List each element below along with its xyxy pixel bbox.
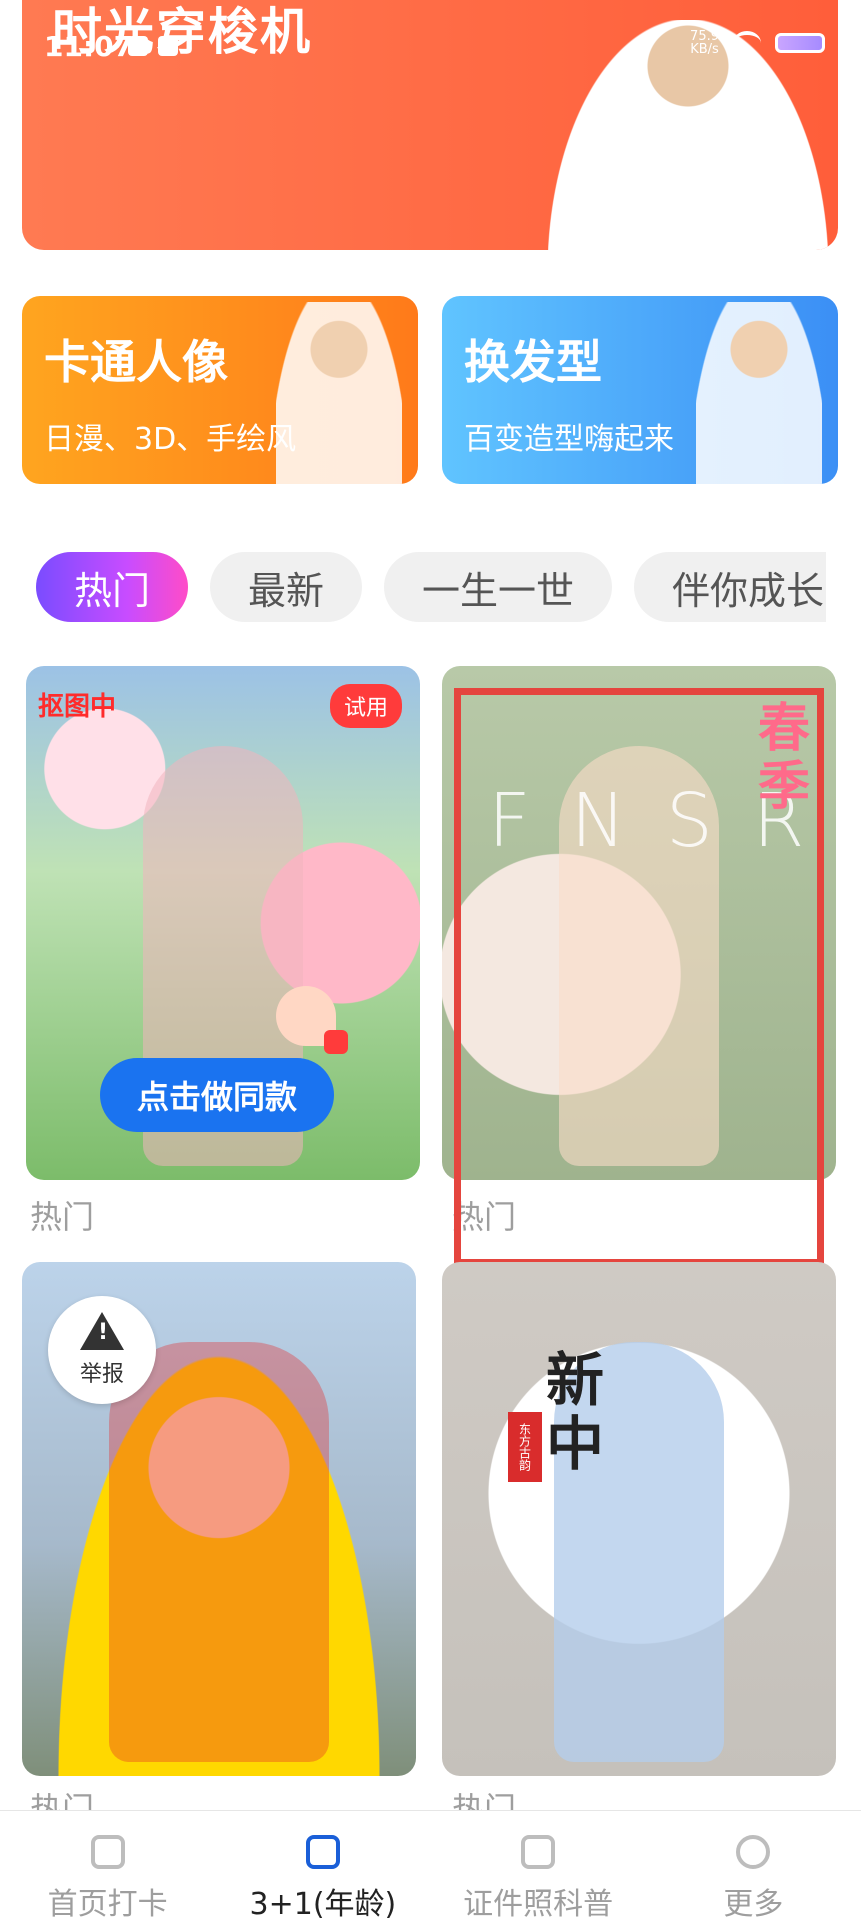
status-time: 11:07 [44,30,134,63]
cartoon-subtitle: 日漫、3D、手绘风 [44,422,297,457]
nav-home-checkin[interactable]: 首页打卡 [8,1811,208,1923]
red-seal: 东方古韵 [508,1412,542,1482]
cutout-status: 抠图中 [38,692,117,722]
notification-icon [128,36,148,56]
camera-icon [305,1835,340,1869]
nav-id-photo-guide[interactable]: 证件照科普 [438,1811,638,1923]
battery-icon [775,33,825,53]
hairstyle-person-image [696,302,822,484]
book-icon [521,1835,556,1869]
notification-icon [158,36,178,56]
cartoon-person-image [276,302,402,484]
person-icon [736,1835,771,1869]
xinzhong-title: 新中 [546,1346,605,1478]
template-image [109,1342,329,1762]
nav-label: 3+1(年龄) [249,1887,397,1922]
nav-label: 更多 [723,1887,784,1922]
selection-highlight-box [454,688,824,1266]
hairstyle-title: 换发型 [464,335,602,389]
nav-label: 证件照科普 [463,1887,614,1922]
warning-icon [80,1312,124,1350]
tap-hand-icon [276,986,348,1054]
template-card[interactable]: 抠图中 试用 点击做同款 [26,666,420,1180]
camera-square-icon [90,1835,125,1869]
net-speed-unit: KB/s [690,42,719,57]
report-button[interactable]: 举报 [48,1296,156,1404]
nav-label: 首页打卡 [47,1887,168,1922]
nav-more[interactable]: 更多 [653,1811,853,1923]
nav-age[interactable]: 3+1(年龄) [223,1811,423,1923]
cartoon-title: 卡通人像 [44,335,228,389]
network-speed: 75.9 KB/s [690,30,719,56]
chip-hot[interactable]: 热门 [36,552,189,622]
filter-chip-row: 热门 最新 一生一世 伴你成长 [36,552,826,622]
template-card[interactable]: 新中 东方古韵 [442,1262,836,1776]
bottom-navigation: 首页打卡 3+1(年龄) 证件照科普 更多 [0,1810,861,1923]
trial-badge: 试用 [329,684,402,728]
chip-latest[interactable]: 最新 [210,552,363,622]
wifi-icon [733,31,761,55]
hairstyle-subtitle: 百变造型嗨起来 [464,422,674,457]
chip-lifetime[interactable]: 一生一世 [384,552,613,622]
card-category-label: 热门 [30,1198,95,1236]
make-same-button[interactable]: 点击做同款 [100,1058,334,1132]
status-right: 75.9 KB/s [690,30,825,56]
report-label: 举报 [79,1362,124,1387]
chip-grow-with-you[interactable]: 伴你成长 [634,552,826,622]
change-hairstyle-card[interactable]: 换发型 百变造型嗨起来 [442,296,838,484]
cartoon-portrait-card[interactable]: 卡通人像 日漫、3D、手绘风 [22,296,418,484]
